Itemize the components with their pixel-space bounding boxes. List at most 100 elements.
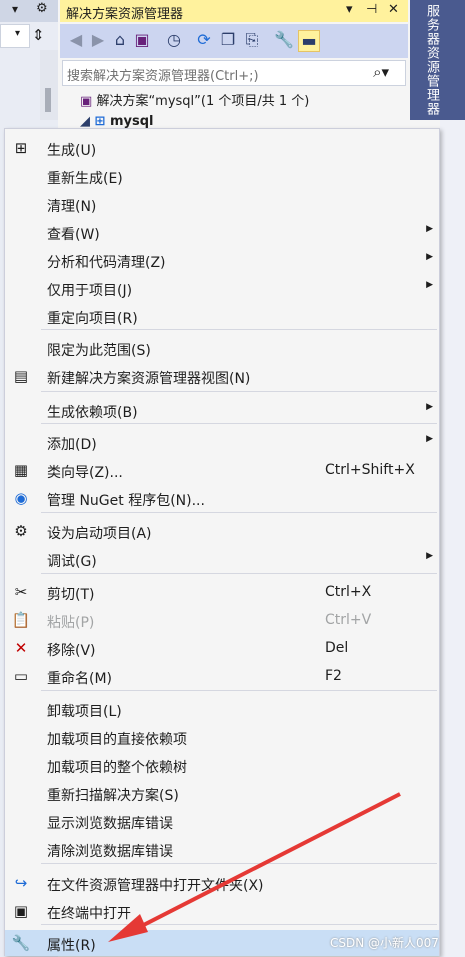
menu-item-16: 📋 粘贴(P) Ctrl+V xyxy=(5,607,439,633)
editor-combo[interactable]: ▾ xyxy=(0,24,30,48)
cpp-project-icon: ⊞ xyxy=(94,114,106,129)
nuget-icon: ◉ xyxy=(14,489,28,507)
properties-icon[interactable]: 🔧 xyxy=(274,30,294,50)
menu-item-label: 生成依赖项(B) xyxy=(47,405,138,421)
server-explorer-label: 服务器资源管理器 xyxy=(424,4,439,116)
menu-item-3[interactable]: 查看(W) ▶ xyxy=(5,219,439,245)
submenu-arrow-icon: ▶ xyxy=(426,280,433,290)
menu-item-14[interactable]: 调试(G) ▶ xyxy=(5,546,439,572)
solution-search-input[interactable]: 搜索解决方案资源管理器(Ctrl+;) ⌕▾ xyxy=(62,60,406,86)
menu-separator xyxy=(41,391,437,392)
menu-item-label: 生成(U) xyxy=(47,143,97,159)
rename-icon: ▭ xyxy=(13,667,29,685)
menu-item-0[interactable]: ⊞ 生成(U) xyxy=(5,135,439,161)
forward-icon[interactable]: ▶ xyxy=(88,30,108,50)
close-icon[interactable]: ✕ xyxy=(388,2,399,17)
scroll-thumb[interactable] xyxy=(45,88,51,112)
server-explorer-tab[interactable]: 服务器资源管理器 xyxy=(410,0,465,120)
annotation-arrow xyxy=(108,792,401,942)
menu-item-10[interactable]: 添加(D) ▶ xyxy=(5,429,439,455)
switch-view-icon[interactable]: ▣ xyxy=(132,30,152,50)
menu-item-9[interactable]: 生成依赖项(B) ▶ xyxy=(5,397,439,423)
menu-item-label: 类向导(Z)... xyxy=(47,465,123,481)
search-icon[interactable]: ⌕▾ xyxy=(373,63,389,81)
submenu-arrow-icon: ▶ xyxy=(426,252,433,262)
menu-item-label: 设为启动项目(A) xyxy=(47,526,152,542)
menu-item-4[interactable]: 分析和代码清理(Z) ▶ xyxy=(5,247,439,273)
menu-item-shortcut: Del xyxy=(325,640,349,656)
menu-item-label: 仅用于项目(J) xyxy=(47,283,133,299)
menu-item-label: 限定为此范围(S) xyxy=(47,343,151,359)
menu-item-6[interactable]: 重定向项目(R) xyxy=(5,303,439,329)
menu-item-2[interactable]: 清理(N) xyxy=(5,191,439,217)
menu-item-label: 加载项目的直接依赖项 xyxy=(47,732,187,748)
pin-icon[interactable]: ⊣ xyxy=(366,2,377,17)
menu-item-label: 分析和代码清理(Z) xyxy=(47,255,166,271)
menu-item-7[interactable]: 限定为此范围(S) xyxy=(5,335,439,361)
menu-separator xyxy=(41,329,437,330)
preview-icon[interactable]: ▬ xyxy=(298,30,320,52)
menu-item-11[interactable]: ▦ 类向导(Z)... Ctrl+Shift+X xyxy=(5,457,439,483)
chevron-down-icon: ▾ xyxy=(15,28,21,39)
menu-item-15[interactable]: ✂ 剪切(T) Ctrl+X xyxy=(5,579,439,605)
split-icon[interactable]: ⇕ xyxy=(32,26,45,44)
open-folder-icon: ↪ xyxy=(14,874,28,892)
solution-explorer-title: 解决方案资源管理器 xyxy=(66,7,184,22)
new-view-icon: ▤ xyxy=(13,367,29,385)
paste-icon: 📋 xyxy=(11,611,31,629)
submenu-arrow-icon: ▶ xyxy=(426,551,433,561)
menu-item-label: 重命名(M) xyxy=(47,671,113,687)
pending-changes-icon[interactable]: ◷ xyxy=(164,30,184,50)
menu-item-19[interactable]: 卸载项目(L) xyxy=(5,696,439,722)
back-icon[interactable]: ◀ xyxy=(66,30,86,50)
window-position-icon[interactable]: ▾ xyxy=(346,2,353,17)
background-panel xyxy=(440,120,465,957)
menu-item-12[interactable]: ◉ 管理 NuGet 程序包(N)... xyxy=(5,485,439,511)
expand-icon: ◢ xyxy=(80,114,90,129)
wrench-icon: 🔧 xyxy=(11,934,31,952)
refresh-icon[interactable]: ⟳ xyxy=(194,30,214,50)
menu-item-label: 重定向项目(R) xyxy=(47,311,138,327)
menu-item-label: 添加(D) xyxy=(47,437,97,453)
menu-separator xyxy=(41,573,437,574)
menu-item-13[interactable]: ⚙ 设为启动项目(A) xyxy=(5,518,439,544)
submenu-arrow-icon: ▶ xyxy=(426,402,433,412)
cut-icon: ✂ xyxy=(14,583,28,601)
collapse-all-icon[interactable]: ❐ xyxy=(218,30,238,50)
menu-item-label: 剪切(T) xyxy=(47,587,95,603)
project-node[interactable]: ◢ ⊞ mysql xyxy=(80,114,154,129)
menu-separator xyxy=(41,690,437,691)
menu-item-1[interactable]: 重新生成(E) xyxy=(5,163,439,189)
menu-item-label: 查看(W) xyxy=(47,227,100,243)
menu-item-label: 重新生成(E) xyxy=(47,171,123,187)
menu-item-shortcut: F2 xyxy=(325,668,342,684)
menu-item-18[interactable]: ▭ 重命名(M) F2 xyxy=(5,663,439,689)
editor-scrollbar[interactable] xyxy=(40,50,58,120)
gear-icon: ⚙ xyxy=(14,522,28,540)
menu-separator xyxy=(41,512,437,513)
solution-explorer-titlebar: 解决方案资源管理器 ▾ ⊣ ✕ xyxy=(60,0,408,22)
terminal-icon: ▣ xyxy=(13,902,29,920)
search-placeholder: 搜索解决方案资源管理器(Ctrl+;) xyxy=(67,69,259,84)
menu-item-label: 新建解决方案资源管理器视图(N) xyxy=(47,371,251,387)
menu-item-20[interactable]: 加载项目的直接依赖项 xyxy=(5,724,439,750)
menu-item-shortcut: Ctrl+V xyxy=(325,612,372,628)
menu-item-8[interactable]: ▤ 新建解决方案资源管理器视图(N) xyxy=(5,363,439,389)
build-icon: ⊞ xyxy=(14,139,28,157)
menu-item-5[interactable]: 仅用于项目(J) ▶ xyxy=(5,275,439,301)
menu-item-17[interactable]: ✕ 移除(V) Del xyxy=(5,635,439,661)
show-all-files-icon[interactable]: ⎘ xyxy=(242,30,262,50)
submenu-arrow-icon: ▶ xyxy=(426,434,433,444)
menu-separator xyxy=(41,423,437,424)
dropdown-icon[interactable]: ▾ xyxy=(12,2,18,16)
solution-tree: ▣ 解决方案“mysql”(1 个项目/共 1 个) ◢ ⊞ mysql xyxy=(60,86,408,129)
menu-item-shortcut: Ctrl+Shift+X xyxy=(325,462,415,478)
menu-item-label: 卸载项目(L) xyxy=(47,704,122,720)
gear-icon[interactable]: ⚙ xyxy=(36,1,48,16)
menu-item-21[interactable]: 加载项目的整个依赖树 xyxy=(5,752,439,778)
home-icon[interactable]: ⌂ xyxy=(110,30,130,50)
menu-item-label: 清理(N) xyxy=(47,199,97,215)
menu-item-label: 粘贴(P) xyxy=(47,615,95,631)
menu-item-label: 加载项目的整个依赖树 xyxy=(47,760,187,776)
solution-node[interactable]: ▣ 解决方案“mysql”(1 个项目/共 1 个) xyxy=(80,90,309,109)
